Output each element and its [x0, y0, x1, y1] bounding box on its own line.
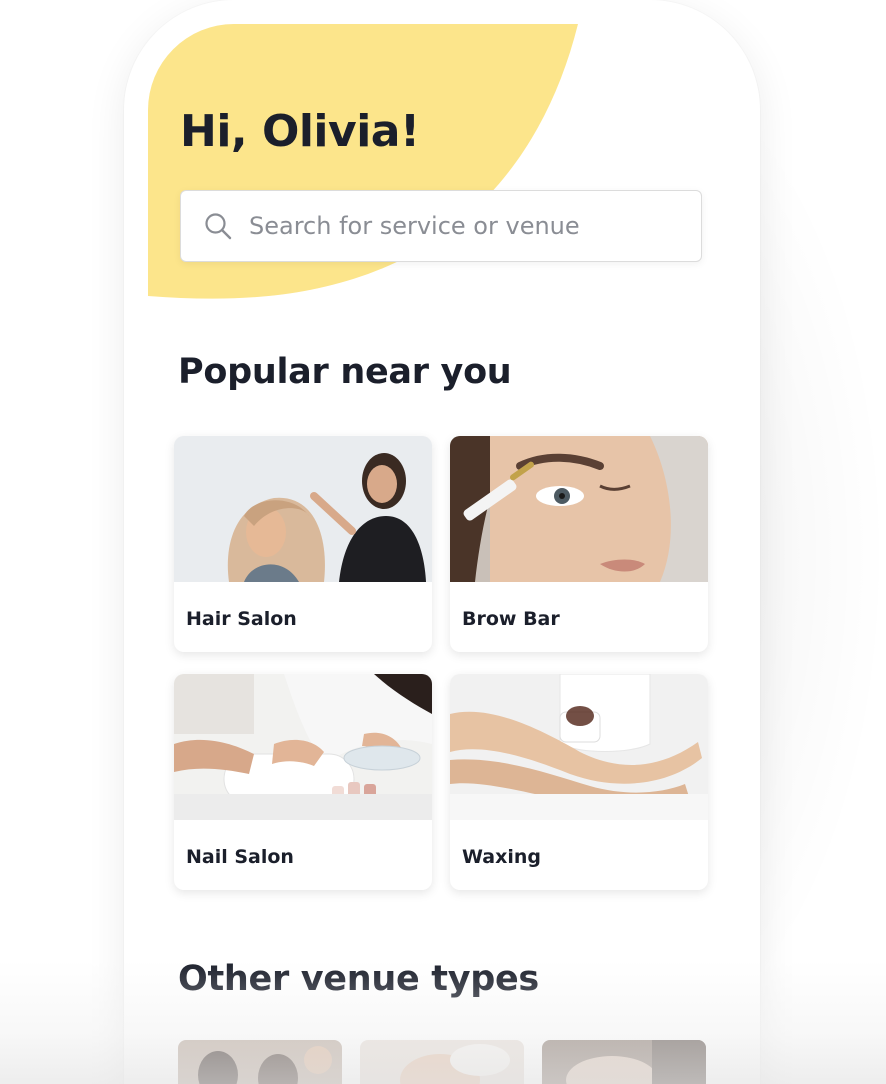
app-stage: Hi, Olivia! Search for service or venue … [0, 0, 886, 1084]
other-venues-section-title: Other venue types [178, 959, 539, 999]
venue-type-thumb[interactable] [178, 1040, 342, 1084]
card-nail-salon[interactable]: Nail Salon [174, 674, 432, 890]
phone-screen: Hi, Olivia! Search for service or venue … [148, 24, 736, 1084]
other-venues-row [178, 1040, 708, 1084]
nail-salon-image [174, 674, 432, 820]
greeting-title: Hi, Olivia! [180, 106, 420, 157]
search-placeholder: Search for service or venue [249, 212, 580, 240]
phone-frame: Hi, Olivia! Search for service or venue … [124, 0, 760, 1084]
search-icon [205, 213, 232, 240]
card-label: Waxing [462, 846, 541, 868]
card-hair-salon[interactable]: Hair Salon [174, 436, 432, 652]
card-brow-bar[interactable]: Brow Bar [450, 436, 708, 652]
header-accent-shape [148, 24, 578, 299]
waxing-image [450, 674, 708, 820]
brow-bar-image [450, 436, 708, 582]
card-waxing[interactable]: Waxing [450, 674, 708, 890]
popular-section-title: Popular near you [178, 352, 512, 392]
card-label: Brow Bar [462, 608, 560, 630]
card-label: Nail Salon [186, 846, 294, 868]
venue-type-thumb[interactable] [542, 1040, 706, 1084]
venue-type-thumb[interactable] [360, 1040, 524, 1084]
search-bar[interactable]: Search for service or venue [180, 190, 702, 262]
card-label: Hair Salon [186, 608, 297, 630]
hair-salon-image [174, 436, 432, 582]
